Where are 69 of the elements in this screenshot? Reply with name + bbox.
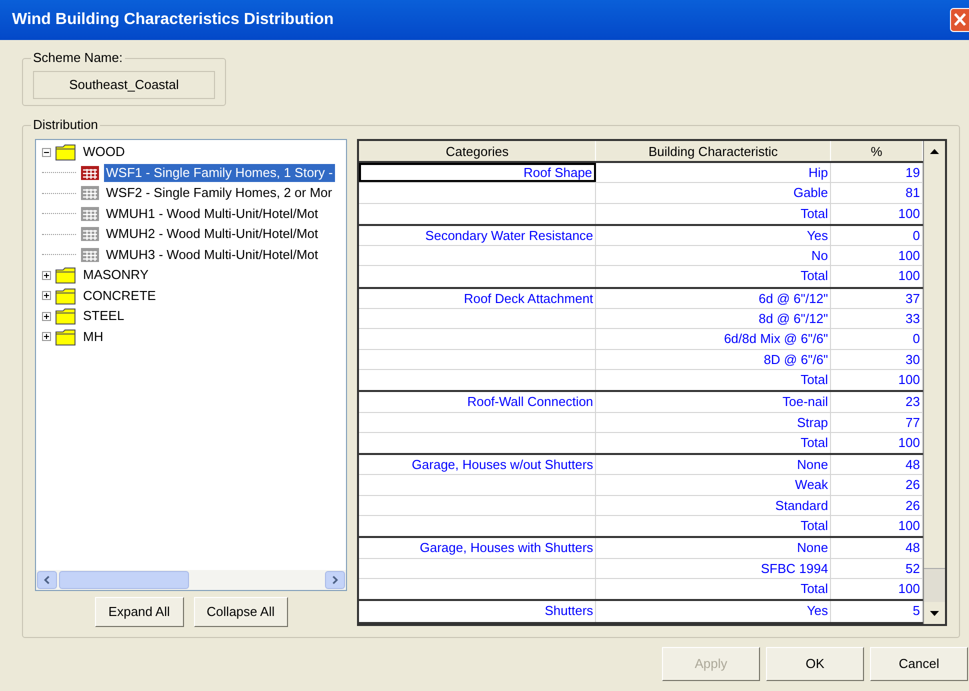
tree-item[interactable]: MASONRY [81, 266, 150, 284]
table-cell: SFBC 1994 [596, 558, 832, 578]
folder-icon[interactable] [55, 307, 77, 326]
table-cell: Garage, Houses with Shutters [359, 538, 596, 558]
table-cell: No [596, 246, 832, 266]
scroll-right-icon[interactable] [325, 571, 346, 589]
column-header[interactable]: Categories [359, 141, 596, 161]
folder-icon[interactable] [55, 266, 77, 284]
table-cell: Roof-Wall Connection [359, 392, 596, 412]
table-cell: Shutters [359, 601, 596, 622]
table-cell: None [596, 455, 832, 474]
ok-button[interactable]: OK [766, 647, 864, 681]
folder-icon[interactable] [55, 328, 77, 346]
table-cell: Strap [596, 412, 832, 432]
table-icon [80, 206, 100, 222]
scheme-name-field: Southeast_Coastal [33, 71, 215, 99]
table-cell: Total [596, 370, 832, 390]
tree-item[interactable]: WSF2 - Single Family Homes, 2 or Mor [104, 184, 334, 202]
scroll-left-icon[interactable] [37, 571, 57, 589]
table-cell: Total [596, 204, 832, 224]
expand-all-button[interactable]: Expand All [94, 597, 184, 627]
expand-icon[interactable] [42, 270, 51, 280]
collapse-icon[interactable] [42, 148, 51, 157]
table-icon [80, 164, 100, 181]
table-cell: None [596, 538, 832, 558]
table-cell: Roof Shape [359, 163, 596, 182]
table-cell: Weak [596, 475, 832, 495]
table-cell: 8D @ 6"/6" [596, 350, 832, 369]
scroll-thumb[interactable] [924, 568, 945, 602]
table-cell: Gable [596, 183, 832, 203]
table-cell: Yes [596, 226, 832, 246]
tree-item[interactable]: CONCRETE [81, 286, 158, 305]
tree-item[interactable]: MH [81, 328, 106, 346]
cancel-button[interactable]: Cancel [870, 647, 968, 681]
tree-item[interactable]: STEEL [81, 307, 126, 326]
tree-item[interactable]: WOOD [81, 143, 127, 162]
expand-icon[interactable] [42, 332, 51, 342]
tree-item[interactable]: WMUH1 - Wood Multi-Unit/Hotel/Mot [104, 204, 320, 223]
table-cell: Roof Deck Attachment [359, 288, 596, 308]
collapse-all-button[interactable]: Collapse All [194, 597, 288, 627]
tree-item[interactable]: WSF1 - Single Family Homes, 1 Story - [104, 164, 335, 182]
table-icon [80, 185, 100, 202]
table-cell: Yes [596, 601, 832, 622]
close-icon[interactable] [950, 8, 969, 32]
table-cell: Hip [596, 163, 832, 182]
window-title: Wind Building Characteristics Distribution [12, 10, 334, 30]
vertical-scrollbar[interactable] [923, 141, 945, 624]
table-cell: Toe-nail [596, 392, 832, 412]
table-cell: Total [596, 266, 832, 287]
table-icon [80, 226, 100, 242]
folder-icon[interactable] [55, 143, 77, 162]
table-cell: 6d @ 6"/12" [596, 288, 832, 308]
column-header[interactable]: Building Characteristic [596, 141, 832, 161]
horizontal-scrollbar[interactable] [36, 570, 346, 590]
table-cell: Total [596, 578, 832, 600]
expand-icon[interactable] [42, 291, 51, 300]
expand-icon[interactable] [42, 312, 51, 321]
table-cell: 8d @ 6"/12" [596, 309, 832, 328]
tree-item[interactable]: WMUH3 - Wood Multi-Unit/Hotel/Mot [104, 246, 320, 264]
table-cell: Standard [596, 496, 832, 516]
table-cell: Total [596, 516, 832, 536]
tree-item[interactable]: WMUH2 - Wood Multi-Unit/Hotel/Mot [104, 225, 320, 244]
table-cell: Garage, Houses w/out Shutters [359, 455, 596, 474]
table-cell: Total [596, 432, 832, 454]
table-cell: 6d/8d Mix @ 6"/6" [596, 329, 832, 349]
folder-icon[interactable] [55, 286, 77, 305]
table-icon [80, 246, 100, 263]
scroll-thumb[interactable] [59, 571, 189, 589]
table-cell: Secondary Water Resistance [359, 226, 596, 246]
